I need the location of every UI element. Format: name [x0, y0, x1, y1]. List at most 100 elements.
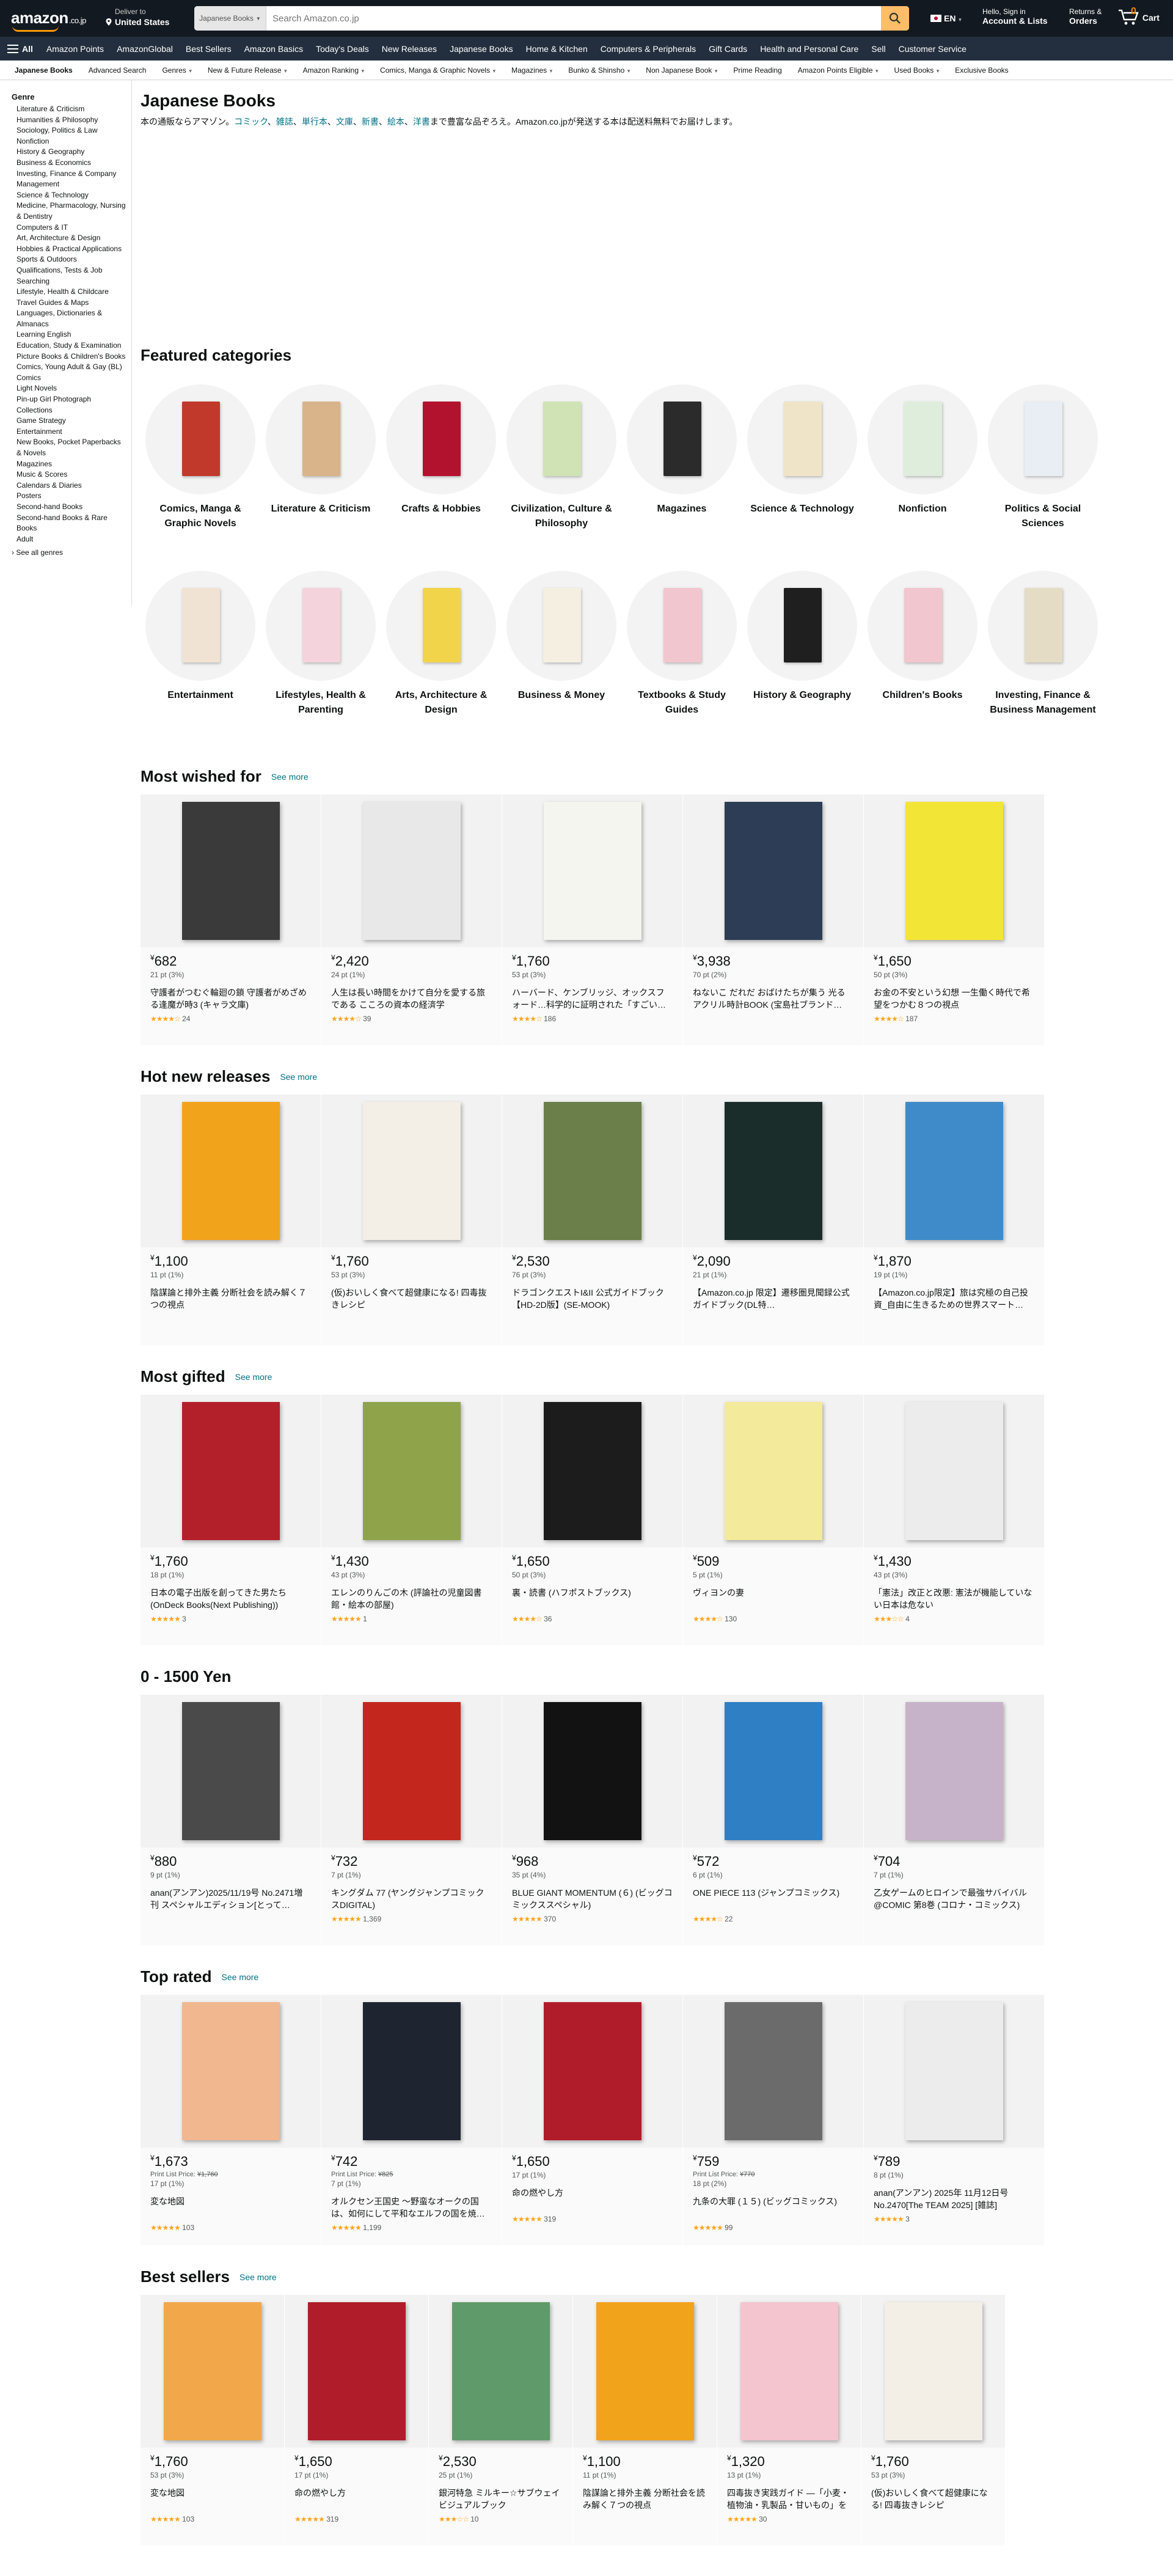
nav-item[interactable]: Gift Cards — [709, 44, 747, 54]
subnav-item[interactable]: Amazon Points Eligible ▾ — [798, 66, 879, 75]
product-card[interactable]: ¥1,650 17 pt (1%) 命の燃やし方 ★★★★★ 319 — [502, 1995, 683, 2245]
rating[interactable]: ★★★★☆ 130 — [693, 1615, 853, 1623]
sidebar-genre-link[interactable]: Art, Architecture & Design — [16, 233, 131, 244]
product-image[interactable] — [502, 1095, 682, 1247]
product-image[interactable] — [573, 2295, 717, 2448]
product-card[interactable]: ¥1,650 17 pt (1%) 命の燃やし方 ★★★★★ 319 — [285, 2295, 429, 2545]
subnav-item[interactable]: Comics, Manga & Graphic Novels ▾ — [380, 66, 495, 75]
subnav-item[interactable]: Non Japanese Book ▾ — [646, 66, 717, 75]
see-all-genres-link[interactable]: › See all genres — [12, 548, 131, 557]
subnav-item[interactable]: Magazines ▾ — [511, 66, 552, 75]
product-card[interactable]: ¥1,760 18 pt (1%) 日本の電子出版を創ってきた男たち (OnDeck… — [141, 1395, 321, 1645]
nav-item[interactable]: AmazonGlobal — [117, 44, 173, 54]
sidebar-genre-link[interactable]: Pin-up Girl Photograph — [16, 394, 131, 405]
product-card[interactable]: ¥1,760 53 pt (3%) (仮)おいしく食べて超健康になる! 四毒抜きレシ… — [861, 2295, 1006, 2545]
featured-category[interactable]: Civilization, Culture & Philosophy — [506, 384, 616, 531]
product-title[interactable]: 【Amazon.co.jp 限定】遷移圏見聞録公式ガイドブック(DL特… — [693, 1286, 853, 1311]
nav-item[interactable]: Home & Kitchen — [526, 44, 588, 54]
product-image[interactable] — [502, 794, 682, 947]
sidebar-genre-link[interactable]: Comics — [16, 373, 131, 384]
product-image[interactable] — [141, 1095, 321, 1247]
sidebar-genre-link[interactable]: Travel Guides & Maps — [16, 298, 131, 309]
sidebar-genre-link[interactable]: Medicine, Pharmacology, Nursing — [16, 200, 131, 211]
rating[interactable]: ★★★★★ 1,199 — [331, 2223, 492, 2232]
product-image[interactable] — [864, 1695, 1044, 1848]
rating[interactable]: ★★★☆☆ 4 — [874, 1615, 1034, 1623]
sidebar-genre-link[interactable]: Business & Economics — [16, 158, 131, 169]
nav-item[interactable]: Customer Service — [899, 44, 967, 54]
sidebar-genre-link[interactable]: Management — [16, 179, 131, 190]
search-category-select[interactable]: Japanese Books ▼ — [194, 6, 266, 31]
product-image[interactable] — [683, 1095, 863, 1247]
sidebar-genre-link[interactable]: Collections — [16, 405, 131, 416]
nav-item[interactable]: Today's Deals — [316, 44, 369, 54]
featured-category[interactable]: Entertainment — [145, 571, 255, 703]
product-image[interactable] — [321, 1095, 502, 1247]
sidebar-genre-link[interactable]: Investing, Finance & Company — [16, 169, 131, 180]
see-more-link[interactable]: See more — [280, 1072, 317, 1082]
rating[interactable]: ★★★★☆ 39 — [331, 1015, 492, 1023]
rating[interactable]: ★★★★★ 103 — [150, 2223, 311, 2232]
product-title[interactable]: 変な地図 — [150, 2195, 311, 2220]
product-card[interactable]: ¥1,430 43 pt (3%) エレンのりんごの木 (評論社の児童図書館・絵本の… — [321, 1395, 502, 1645]
sidebar-genre-link[interactable]: Magazines — [16, 459, 131, 470]
product-title[interactable]: (仮)おいしく食べて超健康になる! 四毒抜きレシピ — [331, 1286, 492, 1311]
nav-item[interactable]: Computers & Peripherals — [601, 44, 696, 54]
sidebar-genre-link[interactable]: Comics, Young Adult & Gay (BL) — [16, 362, 131, 373]
subnav-item[interactable]: Bunko & Shinsho ▾ — [568, 66, 630, 75]
see-more-link[interactable]: See more — [271, 772, 309, 782]
sidebar-genre-link[interactable]: Languages, Dictionaries & — [16, 308, 131, 319]
sidebar-genre-link[interactable]: Literature & Criticism — [16, 104, 131, 115]
product-image[interactable] — [502, 1995, 682, 2148]
product-card[interactable]: ¥682 21 pt (3%) 守護者がつむぐ輪廻の鎖 守護者がめざめる逢魔が時3 … — [141, 794, 321, 1045]
all-menu-button[interactable]: All — [7, 44, 33, 54]
sidebar-genre-link[interactable]: Sociology, Politics & Law — [16, 125, 131, 136]
account-menu[interactable]: Hello, Sign in Account & Lists — [982, 7, 1048, 26]
deliver-to[interactable]: Deliver to United States — [104, 7, 169, 27]
product-image[interactable] — [285, 2295, 428, 2448]
product-image[interactable] — [141, 1695, 321, 1848]
product-title[interactable]: 四毒抜き実践ガイド ―「小麦・植物油・乳製品・甘いもの」を抜くとさま… — [727, 2487, 851, 2511]
product-title[interactable]: お金の不安という幻想 一生働く時代で希望をつかむ８つの視点 — [874, 986, 1034, 1011]
product-title[interactable]: 【Amazon.co.jp限定】旅は究極の自己投資_自由に生きるための世界スマー… — [874, 1286, 1034, 1311]
intro-link[interactable]: コミック — [234, 117, 268, 127]
product-card[interactable]: ¥2,530 25 pt (1%) 銀河特急 ミルキー☆サブウェイ ビジュアルブック… — [429, 2295, 573, 2545]
amazon-logo[interactable]: amazon.co.jp — [11, 9, 86, 28]
sidebar-genre-link[interactable]: Second-hand Books & Rare — [16, 513, 131, 524]
product-title[interactable]: 命の燃やし方 — [512, 2187, 673, 2211]
intro-link[interactable]: 絵本 — [387, 117, 404, 127]
product-title[interactable]: 乙女ゲームのヒロインで最強サバイバル@COMIC 第8巻 (コロナ・コミックス) — [874, 1887, 1034, 1911]
sidebar-genre-link[interactable]: Education, Study & Examination — [16, 340, 131, 351]
product-image[interactable] — [429, 2295, 572, 2448]
featured-category[interactable]: Nonfiction — [868, 384, 978, 516]
featured-category[interactable]: Textbooks & Study Guides — [627, 571, 737, 717]
product-title[interactable]: エレンのりんごの木 (評論社の児童図書館・絵本の部屋) — [331, 1587, 492, 1611]
sidebar-genre-link[interactable]: Posters — [16, 491, 131, 502]
product-title[interactable]: 命の燃やし方 — [294, 2487, 418, 2511]
rating[interactable]: ★★★★★ 1 — [331, 1615, 492, 1623]
featured-category[interactable]: Magazines — [627, 384, 737, 516]
product-card[interactable]: ¥2,530 76 pt (3%) ドラゴンクエストI&II 公式ガイドブック【HD… — [502, 1095, 683, 1345]
sidebar-genre-link[interactable]: & Dentistry — [16, 211, 131, 222]
product-card[interactable]: ¥3,938 70 pt (2%) ねないこ だれだ おばけたちが集う 光るアクリル… — [683, 794, 864, 1045]
sidebar-genre-link[interactable]: Qualifications, Tests & Job — [16, 265, 131, 276]
product-image[interactable] — [502, 1395, 682, 1547]
subnav-item[interactable]: Used Books ▾ — [894, 66, 940, 75]
product-card[interactable]: ¥1,100 11 pt (1%) 陰謀論と排外主義 分断社会を読み解く７つの視点 — [573, 2295, 717, 2545]
featured-category[interactable]: Politics & Social Sciences — [988, 384, 1098, 531]
product-card[interactable]: ¥759 Print List Price: ¥770 18 pt (2%) 九条の大… — [683, 1995, 864, 2245]
search-input[interactable] — [266, 6, 881, 31]
sidebar-genre-link[interactable]: Light Novels — [16, 383, 131, 394]
product-image[interactable] — [141, 1395, 321, 1547]
sidebar-genre-link[interactable]: Nonfiction — [16, 136, 131, 147]
see-more-link[interactable]: See more — [222, 1972, 259, 1982]
product-card[interactable]: ¥742 Print List Price: ¥825 7 pt (1%) オルクセン… — [321, 1995, 502, 2245]
product-card[interactable]: ¥1,650 50 pt (3%) 裏・読書 (ハフポストブックス) ★★★★☆ 36 — [502, 1395, 683, 1645]
sidebar-genre-link[interactable]: Adult — [16, 534, 131, 545]
sidebar-genre-link[interactable]: Hobbies & Practical Applications — [16, 244, 131, 255]
product-title[interactable]: ドラゴンクエストI&II 公式ガイドブック【HD-2D版】(SE-MOOK) — [512, 1286, 673, 1311]
nav-item[interactable]: Best Sellers — [186, 44, 232, 54]
intro-link[interactable]: 新書 — [362, 117, 379, 127]
product-image[interactable] — [321, 1695, 502, 1848]
nav-item[interactable]: Japanese Books — [450, 44, 513, 54]
